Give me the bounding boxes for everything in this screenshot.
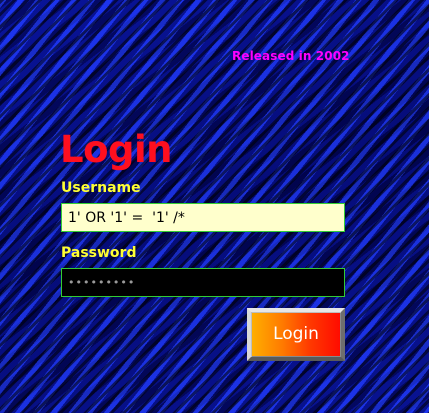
username-input[interactable] <box>61 203 345 232</box>
login-button[interactable]: Login <box>247 308 345 361</box>
login-page: { "header": { "release_note": "Released … <box>0 0 429 413</box>
login-button-label: Login <box>273 323 319 344</box>
username-label: Username <box>61 180 141 196</box>
release-note: Released in 2002 <box>232 49 350 63</box>
password-input[interactable] <box>61 268 345 297</box>
page-title: Login <box>60 128 173 171</box>
password-label: Password <box>61 245 137 261</box>
